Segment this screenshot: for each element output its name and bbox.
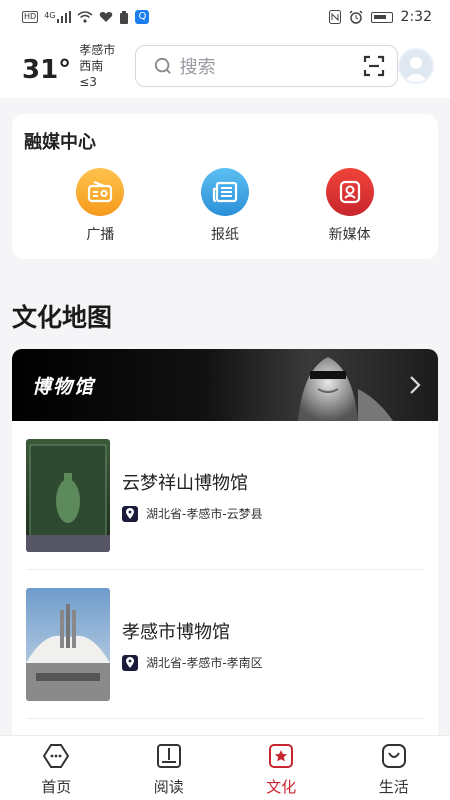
tab-reading[interactable]: 阅读 [113,736,226,800]
search-icon [154,57,171,74]
life-icon [381,744,406,768]
book-icon [156,744,181,768]
museum-info: 云梦祥山博物馆 湖北省-孝感市-云梦县 [122,469,263,522]
hd-icon: HD [22,11,39,23]
museum-info: 孝感市博物馆 湖北省-孝感市-孝南区 [122,618,263,671]
status-bar: HD 4G Q 2:32 [0,0,450,34]
tab-home[interactable]: 首页 [0,736,113,800]
status-time: 2:32 [400,9,432,25]
museum-thumbnail [26,439,110,552]
alarm-icon [349,10,363,24]
media-item-newspaper[interactable]: 报纸 [180,168,270,244]
museum-name: 孝感市博物馆 [122,622,230,643]
tab-label: 阅读 [153,778,184,796]
media-item-label: 广播 [86,227,115,243]
location-pin-icon [122,654,138,671]
radio-icon [76,168,125,216]
weather-temperature[interactable]: 31° [22,55,71,85]
museum-list-item[interactable]: 孝感市博物馆 湖北省-孝感市-孝南区 [26,570,424,719]
status-right: 2:32 [328,9,432,25]
battery-icon [370,11,393,23]
culture-map-title: 文化地图 [12,303,113,332]
media-center-card: 融媒中心 广播 报纸 新媒体 [12,114,438,259]
avatar[interactable] [398,48,434,84]
home-icon [43,744,70,768]
newspaper-icon [200,168,249,216]
tab-culture[interactable]: 文化 [225,736,338,800]
chevron-right-icon [410,376,421,394]
wifi-icon [77,11,93,23]
tab-label: 文化 [266,778,297,796]
battery-alert-icon [120,10,129,24]
statue-image [298,357,393,421]
tab-life[interactable]: 生活 [338,736,450,800]
network-type: 4G [44,11,56,20]
media-item-label: 新媒体 [328,227,371,243]
media-item-new-media[interactable]: 新媒体 [305,168,395,244]
heart-rate-icon [100,12,113,22]
media-item-radio[interactable]: 广播 [55,168,145,244]
museum-location-text: 湖北省-孝感市-孝南区 [146,656,263,670]
tab-label: 生活 [378,778,409,796]
user-icon [404,57,429,82]
museum-name: 云梦祥山博物馆 [122,473,248,494]
bottom-tab-bar: 首页 阅读 文化 生活 [0,735,450,800]
status-left: HD 4G Q [22,10,150,24]
media-center-title: 融媒中心 [24,132,96,153]
media-item-label: 报纸 [210,227,239,243]
location-pin-icon [122,505,138,522]
museum-location-text: 湖北省-孝感市-云梦县 [146,507,263,521]
top-header: 31° 孝感市 西南 ≤3 搜索 [0,34,450,98]
museum-location: 湖北省-孝感市-云梦县 [122,505,263,522]
search-placeholder: 搜索 [179,57,216,78]
nfc-icon [328,10,341,24]
weather-info[interactable]: 孝感市 西南 ≤3 [79,42,124,90]
museum-card: 博物馆 云梦祥山博物馆 湖北省-孝感市-云梦县 孝感市博物馆 湖北省-孝感市-孝… [12,349,438,749]
weather-wind: 西南 ≤3 [79,59,104,89]
banner-title: 博物馆 [32,375,96,398]
museum-list: 云梦祥山博物馆 湖北省-孝感市-云梦县 孝感市博物馆 湖北省-孝感市-孝南区 [12,421,438,719]
museum-list-item[interactable]: 云梦祥山博物馆 湖北省-孝感市-云梦县 [26,421,424,570]
app-notification-icon: Q [135,10,150,24]
signal-icon [57,11,72,23]
tab-label: 首页 [41,778,72,796]
museum-thumbnail [26,588,110,701]
museum-location: 湖北省-孝感市-孝南区 [122,654,263,671]
media-center-items: 广播 报纸 新媒体 [24,168,426,244]
museum-banner[interactable]: 博物馆 [12,349,438,421]
weather-city: 孝感市 [79,43,116,57]
new-media-icon [325,168,374,216]
culture-icon [269,744,294,768]
search-input[interactable]: 搜索 [134,45,399,87]
scan-icon[interactable] [363,55,385,77]
